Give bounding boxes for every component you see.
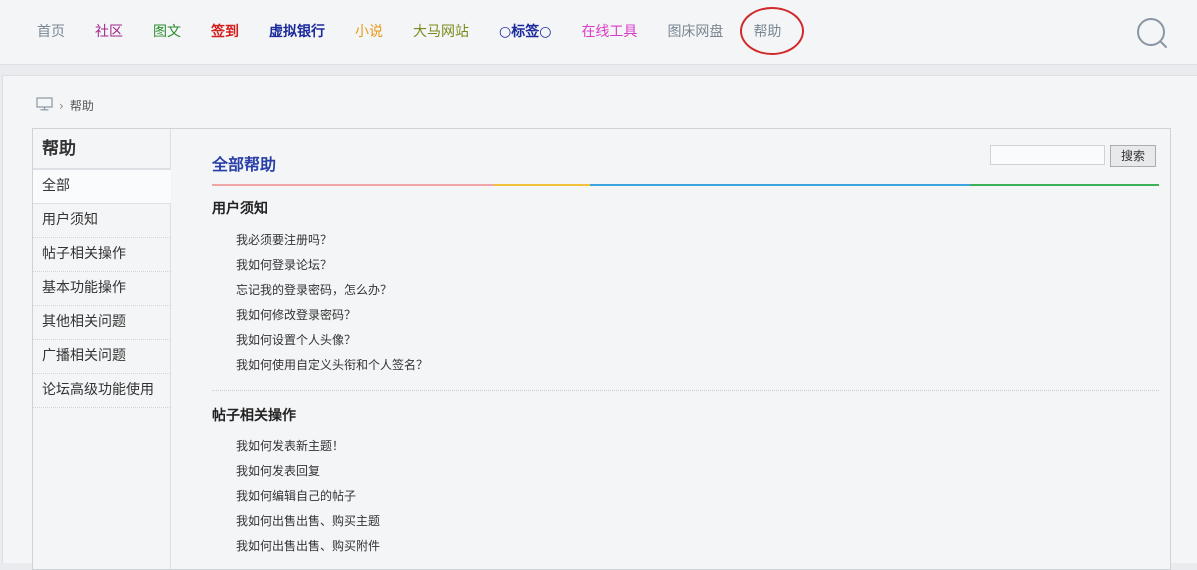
- sidebar-item-post-operations[interactable]: 帖子相关操作: [33, 238, 170, 272]
- sidebar-item-broadcast-questions[interactable]: 广播相关问题: [33, 340, 170, 374]
- nav-item-community[interactable]: 社区: [80, 0, 138, 64]
- question-link[interactable]: 我如何发表回复: [236, 459, 380, 484]
- underline-segment-green: [970, 184, 1159, 186]
- nav-help-wrapper: 帮助: [738, 0, 805, 64]
- question-link[interactable]: 我如何出售出售、购买主题: [236, 509, 380, 534]
- question-link[interactable]: 我如何发表新主题！: [236, 434, 380, 459]
- question-link[interactable]: 我如何编辑自己的帖子: [236, 484, 380, 509]
- section-title-post-operations: 帖子相关操作: [212, 408, 296, 424]
- question-link[interactable]: 我如何出售出售、购买附件: [236, 534, 380, 559]
- question-link[interactable]: 我如何使用自定义头衔和个人签名？: [236, 353, 428, 378]
- section-divider: [212, 390, 1159, 391]
- question-link[interactable]: 我必须要注册吗？: [236, 228, 428, 253]
- question-link[interactable]: 我如何修改登录密码？: [236, 303, 428, 328]
- help-frame: 帮助 全部 用户须知 帖子相关操作 基本功能操作 其他相关问题 广播相关问题 论…: [32, 128, 1171, 570]
- monitor-icon[interactable]: [36, 97, 53, 114]
- nav-item-virtual-bank[interactable]: 虚拟银行: [254, 0, 340, 64]
- nav-item-image-host[interactable]: 图床网盘: [652, 0, 738, 64]
- nav-item-checkin[interactable]: 签到: [196, 0, 254, 64]
- sidebar-item-advanced-features[interactable]: 论坛高级功能使用: [33, 374, 170, 408]
- nav-item-novel[interactable]: 小说: [340, 0, 398, 64]
- nav-item-malaysia-sites[interactable]: 大马网站: [398, 0, 484, 64]
- section-title-user-notice: 用户须知: [212, 201, 268, 217]
- title-underline: [212, 184, 1159, 186]
- nav-item-gallery[interactable]: 图文: [138, 0, 196, 64]
- breadcrumb: › 帮助: [36, 97, 94, 114]
- main-nav: 首页 社区 图文 签到 虚拟银行 小说 大马网站 ○标签○ 在线工具 图床网盘 …: [22, 0, 805, 64]
- question-list-user-notice: 我必须要注册吗？ 我如何登录论坛？ 忘记我的登录密码，怎么办？ 我如何修改登录密…: [236, 228, 428, 378]
- nav-item-tags[interactable]: ○标签○: [484, 0, 566, 64]
- breadcrumb-separator: ›: [59, 98, 64, 113]
- question-link[interactable]: 我如何设置个人头像？: [236, 328, 428, 353]
- sidebar-item-other-questions[interactable]: 其他相关问题: [33, 306, 170, 340]
- question-link[interactable]: 忘记我的登录密码，怎么办？: [236, 278, 428, 303]
- question-link[interactable]: 我如何登录论坛？: [236, 253, 428, 278]
- sidebar-item-basic-functions[interactable]: 基本功能操作: [33, 272, 170, 306]
- underline-segment-yellow: [494, 184, 590, 186]
- breadcrumb-current: 帮助: [69, 99, 94, 113]
- nav-item-online-tools[interactable]: 在线工具: [566, 0, 652, 64]
- sidebar-item-user-notice[interactable]: 用户须知: [33, 204, 170, 238]
- underline-segment-blue: [590, 184, 970, 186]
- search-icon[interactable]: [1135, 16, 1169, 50]
- search-button[interactable]: 搜索: [1110, 145, 1156, 167]
- page-title: 全部帮助: [212, 155, 277, 174]
- sidebar-item-all[interactable]: 全部: [33, 169, 171, 204]
- help-search-input[interactable]: [990, 145, 1105, 165]
- nav-item-home[interactable]: 首页: [22, 0, 80, 64]
- question-list-post-operations: 我如何发表新主题！ 我如何发表回复 我如何编辑自己的帖子 我如何出售出售、购买主…: [236, 434, 380, 559]
- nav-item-help[interactable]: 帮助: [738, 24, 796, 40]
- help-sidebar: 帮助 全部 用户须知 帖子相关操作 基本功能操作 其他相关问题 广播相关问题 论…: [33, 129, 171, 569]
- underline-segment-pink: [212, 184, 494, 186]
- top-navigation-bar: 首页 社区 图文 签到 虚拟银行 小说 大马网站 ○标签○ 在线工具 图床网盘 …: [0, 0, 1197, 65]
- sidebar-title: 帮助: [33, 129, 170, 169]
